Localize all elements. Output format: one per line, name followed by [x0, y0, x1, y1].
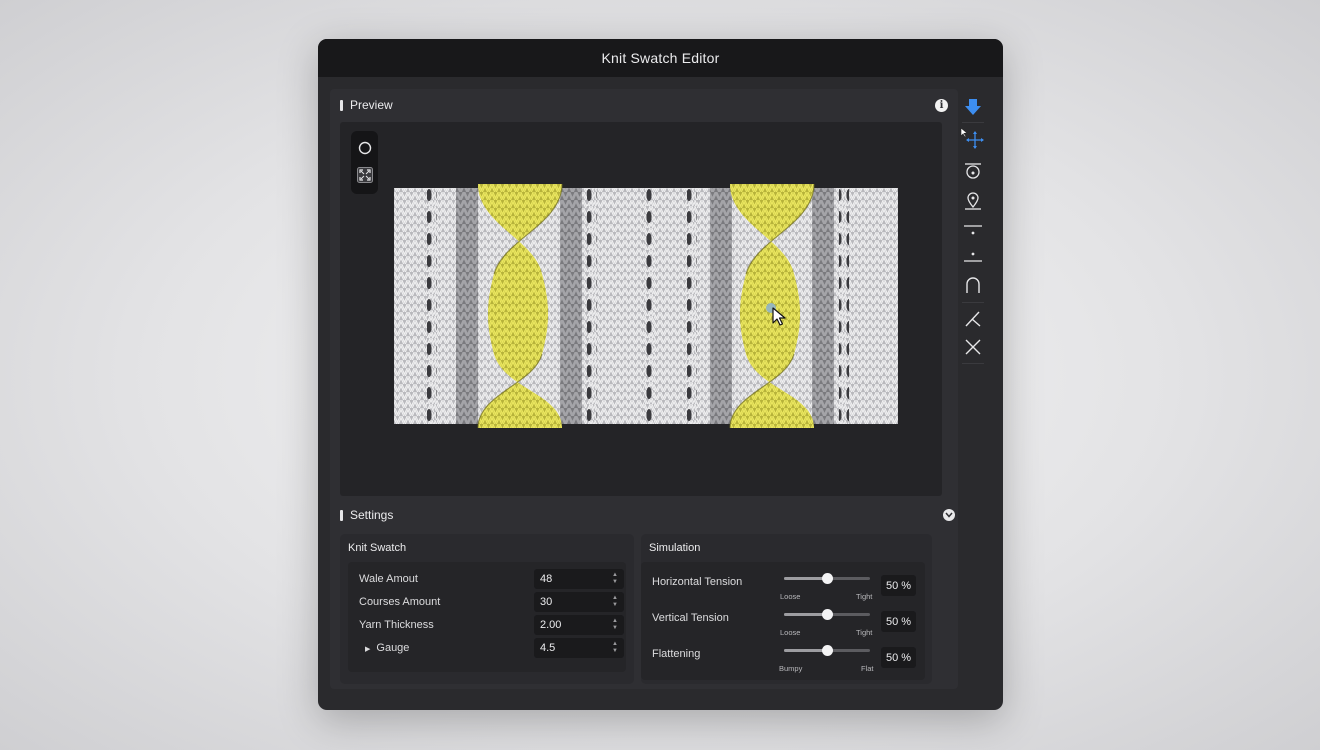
window-title: Knit Swatch Editor	[601, 50, 720, 66]
slider-min-label: Bumpy	[779, 664, 803, 673]
info-icon[interactable]: i	[935, 99, 948, 112]
slider-min-label: Loose	[780, 592, 801, 601]
tool-sidebar	[958, 89, 988, 379]
chevron-down-icon[interactable]	[943, 509, 955, 521]
settings-body: Knit Swatch Wale Amout 48 ▲ ▼ Courses Amo…	[340, 534, 932, 684]
settings-title: Settings	[350, 508, 394, 522]
field-label: Courses Amount	[359, 596, 441, 608]
view-tools	[351, 131, 378, 194]
field-value: 4.5	[540, 642, 556, 654]
slider-value[interactable]: 50 %	[881, 575, 916, 596]
toolbar-divider	[962, 122, 984, 123]
simulation-sliders: Horizontal Tension Loose Tight 50 % Vert…	[641, 562, 925, 680]
spinner-icon[interactable]: ▲ ▼	[612, 618, 618, 632]
slider-label: Vertical Tension	[652, 612, 729, 624]
field-value: 30	[540, 596, 553, 608]
slider-handle[interactable]	[822, 573, 833, 584]
move-icon[interactable]	[958, 125, 988, 153]
mouse-cursor-icon	[772, 307, 786, 326]
cross-icon[interactable]	[958, 333, 988, 361]
slider-row-horizontal-tension: Horizontal Tension Loose Tight 50 %	[641, 565, 927, 601]
slider-min-label: Loose	[780, 628, 801, 637]
knit-swatch-group: Knit Swatch Wale Amout 48 ▲ ▼ Courses Amo…	[340, 534, 634, 684]
field-row-courses: Courses Amount 30 ▲ ▼	[348, 591, 626, 613]
title-bar: Knit Swatch Editor	[318, 39, 1003, 77]
section-marker	[340, 509, 343, 521]
orbit-icon[interactable]	[356, 139, 373, 156]
slider-label: Flattening	[652, 648, 701, 660]
toolbar-divider	[962, 302, 984, 303]
expand-triangle-icon[interactable]: ▶	[365, 646, 370, 653]
preview-title: Preview	[350, 98, 393, 112]
yarn-thickness-input[interactable]: 2.00 ▲ ▼	[534, 615, 624, 635]
slider-row-flattening: Flattening Bumpy Flat 50 %	[641, 637, 927, 673]
align-bottom-icon[interactable]	[958, 243, 988, 271]
knit-swatch-fields: Wale Amout 48 ▲▼ Courses Amount 30 ▲▼	[348, 562, 626, 672]
spinner-icon[interactable]: ▲ ▼	[612, 641, 618, 655]
field-row-gauge: ▶ Gauge 4.5 ▲ ▼	[348, 637, 626, 659]
toolbar-divider	[962, 363, 984, 364]
knit-swatch-title: Knit Swatch	[348, 542, 407, 554]
arch-icon[interactable]	[958, 271, 988, 299]
app-window: Knit Swatch Editor Preview i Settings Kn…	[318, 39, 1003, 710]
slider-handle[interactable]	[822, 609, 833, 620]
field-value: 2.00	[540, 619, 562, 631]
field-row-wale: Wale Amout 48 ▲ ▼	[348, 568, 626, 590]
slider-max-label: Flat	[861, 664, 874, 673]
knit-swatch-render[interactable]	[394, 184, 898, 428]
main-panel: Preview i Settings Knit Swatch Wale Amou…	[330, 89, 958, 689]
section-marker	[340, 99, 343, 111]
slider-handle[interactable]	[822, 645, 833, 656]
align-top-icon[interactable]	[958, 215, 988, 243]
courses-amount-input[interactable]: 30 ▲ ▼	[534, 592, 624, 612]
slider-max-label: Tight	[856, 592, 873, 601]
slider-row-vertical-tension: Vertical Tension Loose Tight 50 %	[641, 601, 927, 637]
arrow-down-icon[interactable]	[958, 93, 988, 121]
loop-pin-icon[interactable]	[958, 157, 988, 185]
slider-max-label: Tight	[856, 628, 873, 637]
pin-icon[interactable]	[958, 187, 988, 215]
slider-fill	[784, 613, 827, 616]
field-value: 48	[540, 573, 553, 585]
angle-icon[interactable]	[958, 305, 988, 333]
vertical-tension-slider[interactable]	[784, 609, 870, 620]
preview-header: Preview i	[330, 89, 958, 121]
fit-view-icon[interactable]	[356, 166, 373, 183]
simulation-title: Simulation	[649, 542, 701, 554]
field-label: Wale Amout	[359, 573, 418, 585]
slider-value[interactable]: 50 %	[881, 647, 916, 668]
field-row-thickness: Yarn Thickness 2.00 ▲ ▼	[348, 614, 626, 636]
settings-header[interactable]: Settings	[330, 499, 958, 531]
preview-viewport[interactable]	[340, 122, 942, 496]
field-label: Yarn Thickness	[359, 619, 434, 631]
horizontal-tension-slider[interactable]	[784, 573, 870, 584]
slider-fill	[784, 649, 827, 652]
wale-amount-input[interactable]: 48 ▲ ▼	[534, 569, 624, 589]
slider-label: Horizontal Tension	[652, 576, 743, 588]
flattening-slider[interactable]	[784, 645, 870, 656]
gauge-expander[interactable]: ▶ Gauge	[365, 642, 409, 654]
spinner-icon[interactable]: ▲ ▼	[612, 595, 618, 609]
spinner-icon[interactable]: ▲ ▼	[612, 572, 618, 586]
slider-fill	[784, 577, 827, 580]
slider-value[interactable]: 50 %	[881, 611, 916, 632]
simulation-group: Simulation Horizontal Tension Loose Tigh…	[641, 534, 932, 684]
gauge-input[interactable]: 4.5 ▲ ▼	[534, 638, 624, 658]
field-label: Gauge	[376, 642, 410, 654]
